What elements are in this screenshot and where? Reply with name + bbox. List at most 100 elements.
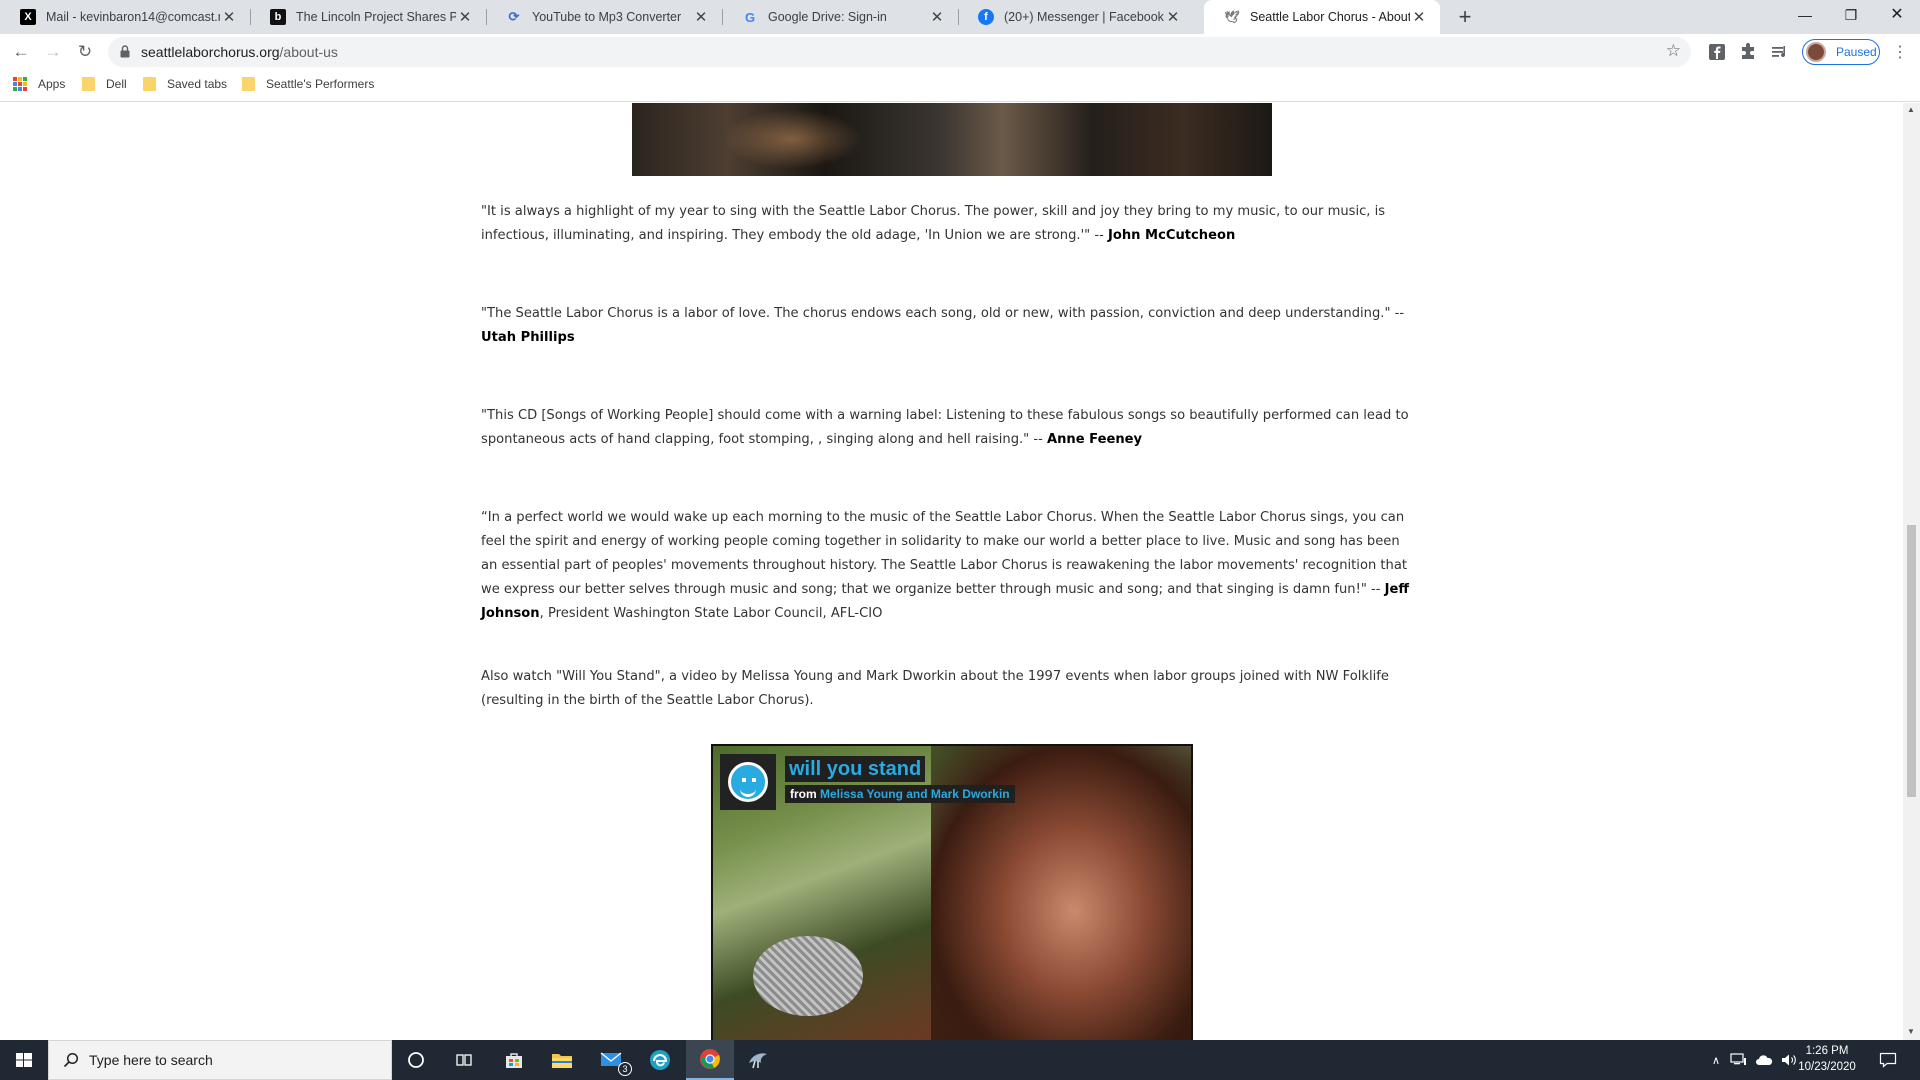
close-icon[interactable]: ✕ bbox=[928, 8, 946, 26]
bookmark-star-icon[interactable]: ☆ bbox=[1666, 41, 1681, 61]
extensions-puzzle-icon[interactable] bbox=[1738, 42, 1758, 62]
channel-logo[interactable] bbox=[720, 754, 776, 810]
scroll-down-icon[interactable]: ▼ bbox=[1907, 1027, 1915, 1036]
forward-button[interactable]: → bbox=[41, 40, 65, 64]
lock-icon[interactable] bbox=[120, 45, 130, 58]
bookmark-label: Seattle's Performers bbox=[266, 77, 375, 91]
search-placeholder: Type here to search bbox=[89, 1052, 213, 1068]
quote-text: "This CD [Songs of Working People] shoul… bbox=[481, 408, 1409, 447]
close-icon[interactable]: ✕ bbox=[456, 8, 474, 26]
video-author-link[interactable]: Melissa Young and Mark Dworkin bbox=[820, 787, 1010, 801]
folder-icon bbox=[242, 77, 255, 91]
task-view-icon bbox=[456, 1054, 472, 1066]
store-bag-icon bbox=[506, 1053, 522, 1068]
cortana-circle-icon bbox=[408, 1052, 424, 1068]
facebook-icon: f bbox=[978, 9, 994, 25]
mail-unread-badge: 3 bbox=[618, 1062, 632, 1076]
chrome-browser-button[interactable] bbox=[686, 1040, 734, 1080]
network-icon[interactable] bbox=[1730, 1053, 1747, 1067]
will-you-stand-video[interactable]: will you stand from Melissa Young and Ma… bbox=[711, 744, 1193, 1040]
close-window-button[interactable]: ✕ bbox=[1874, 0, 1920, 30]
bird-app-button[interactable] bbox=[734, 1040, 782, 1080]
quote-text: "It is always a highlight of my year to … bbox=[481, 204, 1386, 243]
restore-button[interactable]: ❐ bbox=[1828, 0, 1874, 30]
clock-date: 10/23/2020 bbox=[1798, 1061, 1856, 1073]
quote-anne-feeney: "This CD [Songs of Working People] shoul… bbox=[481, 404, 1411, 452]
mail-app-button[interactable]: 3 bbox=[588, 1040, 636, 1080]
windows-start-icon[interactable] bbox=[0, 1040, 48, 1080]
bookmark-label: Apps bbox=[38, 77, 66, 91]
quote-suffix: , President Washington State Labor Counc… bbox=[539, 606, 883, 621]
bookmarks-bar: Apps Dell Saved tabs Seattle's Performer… bbox=[0, 70, 1920, 102]
reload-button[interactable]: ↻ bbox=[73, 40, 97, 64]
quote-jeff-johnson: “In a perfect world we would wake up eac… bbox=[481, 506, 1411, 626]
tab-seattle-labor-chorus[interactable]: 🕊 Seattle Labor Chorus - About Us ✕ bbox=[1204, 0, 1440, 34]
close-icon[interactable]: ✕ bbox=[692, 8, 710, 26]
folder-icon bbox=[82, 77, 95, 91]
bookmark-label: Saved tabs bbox=[167, 77, 228, 91]
page-viewport: "It is always a highlight of my year to … bbox=[0, 103, 1903, 1040]
quote-author: Anne Feeney bbox=[1046, 432, 1143, 447]
microphone-image bbox=[753, 936, 863, 1016]
scroll-up-icon[interactable]: ▲ bbox=[1907, 105, 1915, 114]
back-button[interactable]: ← bbox=[9, 40, 33, 64]
edge-browser-button[interactable] bbox=[636, 1040, 684, 1080]
bookmark-dell[interactable]: Dell bbox=[82, 77, 127, 91]
google-icon: G bbox=[744, 9, 756, 25]
chrome-icon bbox=[700, 1049, 720, 1069]
folder-icon bbox=[143, 77, 156, 91]
smiley-face-icon bbox=[728, 762, 768, 802]
taskbar-search-box[interactable]: Type here to search bbox=[48, 1040, 392, 1080]
url-text[interactable]: seattlelaborchorus.org/about-us bbox=[141, 44, 338, 60]
search-icon bbox=[63, 1052, 79, 1068]
taskbar-clock[interactable]: 1:26 PM 10/23/2020 bbox=[1797, 1043, 1857, 1075]
profile-button[interactable]: Paused bbox=[1802, 39, 1880, 65]
tab-messenger[interactable]: f (20+) Messenger | Facebook ✕ bbox=[958, 0, 1194, 34]
close-icon[interactable]: ✕ bbox=[1410, 8, 1428, 26]
tab-title: Google Drive: Sign-in bbox=[768, 10, 887, 24]
tab-mp3-converter[interactable]: ⟳ YouTube to Mp3 Converter ✕ bbox=[486, 0, 722, 34]
close-icon[interactable]: ✕ bbox=[1164, 8, 1182, 26]
volume-speaker-icon[interactable] bbox=[1781, 1053, 1798, 1067]
minimize-button[interactable]: — bbox=[1782, 0, 1828, 30]
quote-john-mccutcheon: "It is always a highlight of my year to … bbox=[481, 200, 1411, 248]
chorus-performance-photo bbox=[632, 103, 1272, 176]
converter-icon: ⟳ bbox=[508, 9, 520, 24]
quote-author: Utah Phillips bbox=[481, 330, 575, 345]
bookmark-apps[interactable]: Apps bbox=[13, 77, 65, 91]
microsoft-store-button[interactable] bbox=[490, 1040, 538, 1080]
close-icon[interactable]: ✕ bbox=[220, 8, 238, 26]
windows-taskbar: Type here to search 3 ∧ 1:26 PM 10/23/20… bbox=[0, 1040, 1920, 1080]
bird-app-icon bbox=[749, 1053, 767, 1069]
quote-text: “In a perfect world we would wake up eac… bbox=[481, 510, 1408, 597]
address-bar[interactable]: seattlelaborchorus.org/about-us ☆ bbox=[108, 37, 1691, 67]
more-menu-icon[interactable]: ⋮ bbox=[1892, 42, 1908, 62]
bird-icon: 🕊 bbox=[1224, 10, 1240, 24]
page-scrollbar[interactable]: ▲ ▼ bbox=[1903, 103, 1920, 1040]
video-title[interactable]: will you stand bbox=[785, 756, 926, 782]
folder-explorer-icon bbox=[552, 1054, 572, 1068]
system-tray: ∧ bbox=[1712, 1040, 1798, 1080]
show-hidden-icons-chevron-icon[interactable]: ∧ bbox=[1712, 1054, 1720, 1067]
facebook-extension-icon[interactable] bbox=[1707, 42, 1727, 62]
profile-status: Paused bbox=[1836, 45, 1877, 59]
new-tab-button[interactable]: + bbox=[1452, 4, 1478, 30]
cortana-button[interactable] bbox=[392, 1040, 440, 1080]
task-view-button[interactable] bbox=[440, 1040, 488, 1080]
action-center-notification-icon[interactable] bbox=[1879, 1052, 1897, 1068]
b-logo-icon: b bbox=[270, 9, 286, 25]
scrollbar-thumb[interactable] bbox=[1907, 525, 1916, 797]
file-explorer-button[interactable] bbox=[538, 1040, 586, 1080]
bookmark-saved-tabs[interactable]: Saved tabs bbox=[143, 77, 227, 91]
tab-title: Mail - kevinbaron14@comcast.ne bbox=[46, 10, 220, 24]
video-from-label: from bbox=[790, 787, 817, 801]
tab-title: The Lincoln Project Shares Power bbox=[296, 10, 456, 24]
tab-google-drive[interactable]: G Google Drive: Sign-in ✕ bbox=[722, 0, 958, 34]
quote-utah-phillips: "The Seattle Labor Chorus is a labor of … bbox=[481, 302, 1411, 350]
tab-mail[interactable]: X Mail - kevinbaron14@comcast.ne ✕ bbox=[0, 0, 250, 34]
onedrive-cloud-icon[interactable] bbox=[1755, 1054, 1773, 1066]
media-queue-icon[interactable] bbox=[1770, 42, 1790, 62]
bookmark-seattles-performers[interactable]: Seattle's Performers bbox=[242, 77, 374, 91]
tab-lincoln-project[interactable]: b The Lincoln Project Shares Power ✕ bbox=[250, 0, 486, 34]
tab-title: YouTube to Mp3 Converter bbox=[532, 10, 682, 24]
